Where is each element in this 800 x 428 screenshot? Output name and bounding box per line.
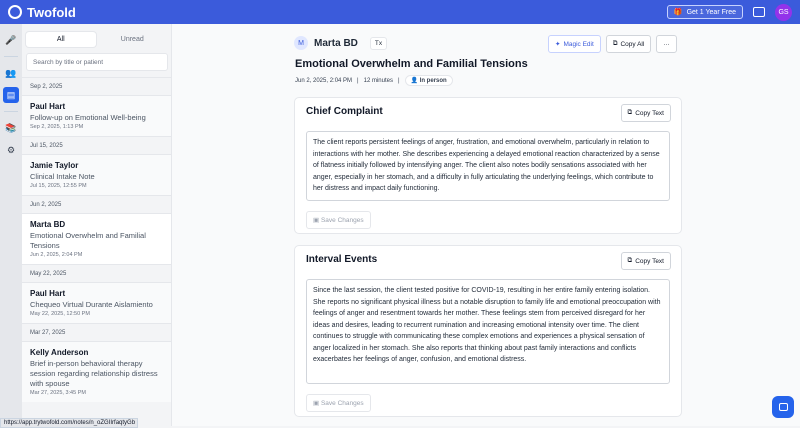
item-patient-name: Marta BD [30, 220, 66, 229]
mode-label: In person [419, 78, 447, 84]
mode-badge: 👤 In person [404, 75, 453, 86]
rail-divider [4, 111, 18, 112]
copy-icon: ⧉ [627, 109, 633, 116]
magic-edit-button[interactable]: ✦ Magic Edit [548, 35, 601, 53]
top-bar: Twofold 🎁 Get 1 Year Free GS [0, 0, 800, 24]
section-textarea[interactable]: The client reports persistent feelings o… [306, 131, 670, 201]
item-datetime: Jun 2, 2025, 2:04 PM [30, 252, 83, 258]
list-item[interactable]: Kelly Anderson Brief in-person behaviora… [22, 341, 171, 402]
save-icon: ▣ [313, 217, 320, 224]
chat-bubble-icon [778, 403, 788, 411]
copy-icon: ⧉ [627, 257, 633, 264]
item-title: Follow-up on Emotional Well-being [30, 113, 146, 122]
item-patient-name: Paul Hart [30, 289, 66, 298]
note-meta: Jun 2, 2025, 2:04 PM | 12 minutes | 👤 In… [295, 75, 453, 86]
twofold-logo-icon [8, 5, 22, 19]
copy-text-label: Copy Text [635, 109, 664, 117]
magic-edit-label: Magic Edit [563, 40, 594, 48]
chat-icon[interactable] [753, 7, 765, 17]
gift-icon: 🎁 [673, 9, 683, 16]
patient-name[interactable]: Marta BD [314, 38, 358, 49]
copy-text-button[interactable]: ⧉ Copy Text [620, 252, 671, 270]
item-title: Emotional Overwhelm and Familial Tension… [30, 231, 146, 250]
meta-divider: | [357, 77, 359, 84]
rail-divider [4, 56, 18, 57]
item-datetime: Jul 15, 2025, 12:55 PM [30, 183, 87, 189]
section-heading: Chief Complaint [306, 106, 383, 117]
note-duration: 12 minutes [363, 77, 393, 84]
person-icon: 👤 [410, 78, 419, 84]
date-header: Jun 2, 2025 [22, 195, 171, 213]
note-actions: ✦ Magic Edit ⧉ Copy All ··· [548, 35, 677, 53]
list-item-selected[interactable]: Marta BD Emotional Overwhelm and Familia… [22, 213, 171, 264]
promo-button[interactable]: 🎁 Get 1 Year Free [666, 5, 743, 19]
library-icon[interactable]: 📚 [3, 120, 19, 136]
save-label: Save Changes [320, 400, 364, 407]
save-icon: ▣ [313, 400, 320, 407]
tab-unread[interactable]: Unread [98, 32, 168, 47]
note-title: Emotional Overwhelm and Familial Tension… [295, 58, 528, 70]
save-label: Save Changes [320, 217, 364, 224]
list-item[interactable]: Paul Hart Follow-up on Emotional Well-be… [22, 95, 171, 136]
microphone-icon[interactable]: 🎤 [3, 32, 19, 48]
brand[interactable]: Twofold [8, 5, 76, 20]
item-datetime: Mar 27, 2025, 3:45 PM [30, 390, 86, 396]
section-heading: Interval Events [306, 254, 378, 265]
meta-divider: | [397, 77, 400, 84]
app-name: Twofold [27, 4, 76, 20]
note-detail: M Marta BD Tx ✦ Magic Edit ⧉ Copy All ··… [172, 24, 800, 426]
save-changes-button[interactable]: ▣ Save Changes [306, 394, 371, 412]
section-chief-complaint: Chief Complaint ⧉ Copy Text The client r… [294, 97, 682, 234]
section-interval-events: Interval Events ⧉ Copy Text Since the la… [294, 245, 682, 417]
item-datetime: May 22, 2025, 12:50 PM [30, 311, 90, 317]
date-header: Jul 15, 2025 [22, 136, 171, 154]
gear-icon[interactable]: ⚙ [3, 142, 19, 158]
promo-label: Get 1 Year Free [686, 8, 736, 16]
item-title: Clinical Intake Note [30, 172, 95, 181]
note-date: Jun 2, 2025, 2:04 PM [295, 77, 353, 84]
user-avatar[interactable]: GS [775, 3, 792, 21]
item-patient-name: Kelly Anderson [30, 348, 89, 357]
more-options-button[interactable]: ··· [656, 35, 677, 53]
tab-all[interactable]: All [26, 32, 96, 47]
section-textarea[interactable]: Since the last session, the client teste… [306, 279, 670, 384]
search-input[interactable]: Search by title or patient [26, 53, 168, 71]
item-datetime: Sep 2, 2025, 1:13 PM [30, 124, 84, 130]
copy-text-label: Copy Text [635, 257, 664, 265]
notes-list-panel: All Unread Search by title or patient Se… [22, 24, 172, 426]
notes-icon[interactable]: ▤ [3, 87, 19, 103]
copy-icon: ⧉ [612, 40, 618, 47]
date-header: Sep 2, 2025 [22, 77, 171, 95]
copy-all-button[interactable]: ⧉ Copy All [605, 35, 652, 53]
date-header: May 22, 2025 [22, 264, 171, 282]
copy-text-button[interactable]: ⧉ Copy Text [620, 104, 671, 122]
list-item[interactable]: Paul Hart Chequeo Virtual Durante Aislam… [22, 282, 171, 323]
support-chat-button[interactable] [772, 396, 794, 418]
list-tabs: All Unread [26, 32, 167, 47]
item-patient-name: Paul Hart [30, 102, 66, 111]
status-url: https://app.trytwofold.com/notes/n_oZGII… [0, 418, 138, 428]
item-patient-name: Jamie Taylor [30, 161, 79, 170]
tx-badge[interactable]: Tx [369, 36, 388, 50]
patient-header: M Marta BD Tx [294, 36, 388, 50]
patients-icon[interactable]: 👥 [3, 65, 19, 81]
icon-rail: 🎤 👥 ▤ 📚 ⚙ [0, 24, 22, 426]
sparkle-icon: ✦ [555, 41, 561, 48]
date-header: Mar 27, 2025 [22, 323, 171, 341]
save-changes-button[interactable]: ▣ Save Changes [306, 211, 371, 229]
copy-all-label: Copy All [620, 40, 645, 48]
list-item[interactable]: Jamie Taylor Clinical Intake Note Jul 15… [22, 154, 171, 195]
item-title: Brief in-person behavioral therapy sessi… [30, 359, 158, 388]
patient-avatar: M [294, 36, 308, 50]
item-title: Chequeo Virtual Durante Aislamiento [30, 300, 153, 309]
